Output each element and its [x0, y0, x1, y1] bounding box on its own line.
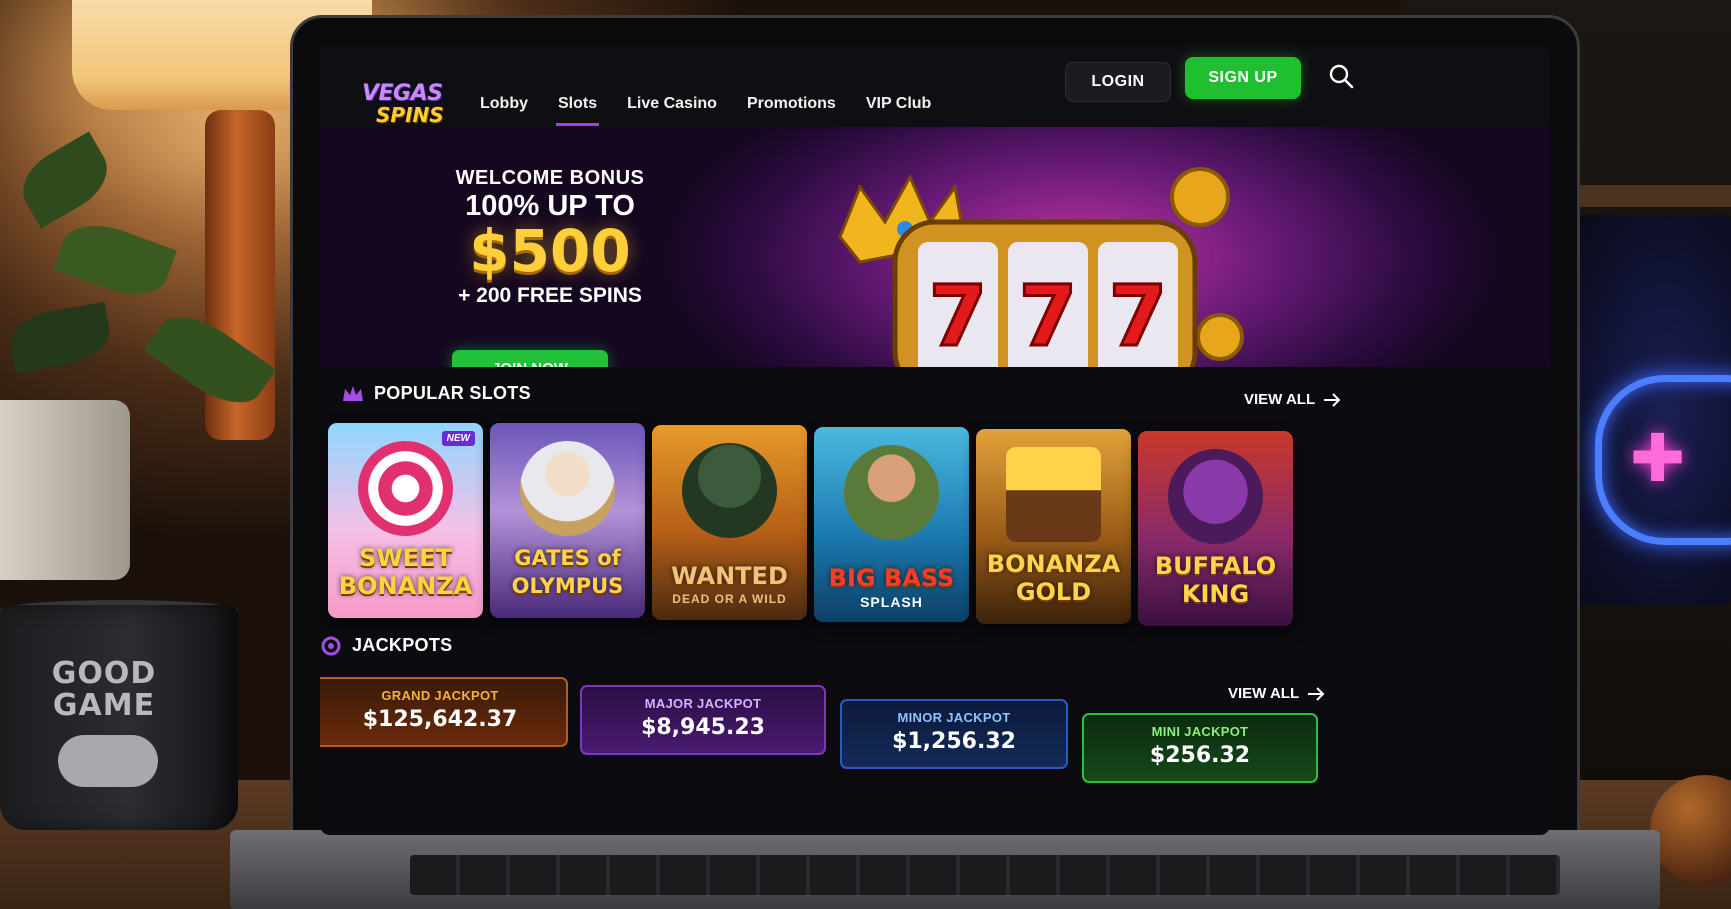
game-subtitle: SPLASH — [860, 594, 923, 610]
plant-leaf — [53, 212, 177, 308]
bonus-amount: $500 — [469, 217, 631, 285]
jackpot-value: $8,945.23 — [641, 715, 765, 740]
jackpot-label: GRAND JACKPOT — [381, 688, 499, 703]
coin-icon — [1196, 313, 1244, 361]
game-tile-buffalo-king[interactable]: BUFFALO KING — [1138, 431, 1293, 626]
jackpots-title: JACKPOTS — [352, 635, 453, 655]
jackpot-icon — [321, 636, 341, 655]
game-tile-sweet-bonanza[interactable]: NEW SWEET BONANZA — [328, 423, 483, 618]
new-badge: NEW — [441, 431, 475, 446]
jackpots-heading: JACKPOTS — [320, 635, 452, 656]
popular-slots-row: NEW SWEET BONANZA GATES of OLYMPUS WANTE… — [328, 423, 1548, 658]
jackpot-label: MINI JACKPOT — [1151, 724, 1249, 739]
jackpot-card-minor[interactable]: MINOR JACKPOT $1,256.32 — [840, 699, 1068, 769]
laptop: VEGAS SPINS Lobby Slots Live Casino Prom… — [230, 0, 1660, 909]
logo-bottom-text: SPINS — [376, 103, 444, 127]
cowboy-figure-icon — [682, 443, 777, 538]
bonus-free-spins: + 200 FREE SPINS — [458, 284, 642, 307]
game-title: BONANZA GOLD — [986, 550, 1121, 606]
jackpot-card-mini[interactable]: MINI JACKPOT $256.32 — [1082, 713, 1318, 783]
jackpot-label: MAJOR JACKPOT — [644, 696, 762, 711]
signup-button[interactable]: SIGN UP — [1185, 57, 1301, 99]
keyboard-keys — [410, 855, 1560, 895]
game-title: BIG BASS — [828, 564, 955, 592]
bonus-copy: WELCOME BONUS 100% UP TO $500 + 200 FREE… — [420, 167, 680, 308]
game-tile-bonanza-gold[interactable]: BONANZA GOLD — [976, 429, 1131, 624]
jackpot-value: $256.32 — [1149, 743, 1251, 768]
plant-leaf — [5, 301, 115, 374]
nav-live-casino[interactable]: Live Casino — [625, 87, 719, 126]
main-nav: Lobby Slots Live Casino Promotions VIP C… — [478, 87, 933, 126]
arrow-right-icon — [1324, 392, 1341, 407]
jackpot-card-grand[interactable]: GRAND JACKPOT $125,642.37 — [320, 677, 568, 747]
nav-vip-club[interactable]: VIP Club — [864, 87, 934, 126]
slot-machine-illustration: 7 7 7 — [838, 167, 1244, 367]
shelf — [1560, 185, 1731, 207]
lollipop-icon — [358, 441, 453, 536]
neon-dpad-icon: ✚ — [1630, 420, 1686, 497]
gamepad-icon — [58, 735, 158, 787]
nav-promotions[interactable]: Promotions — [745, 87, 838, 126]
welcome-bonus-banner[interactable]: WELCOME BONUS 100% UP TO $500 + 200 FREE… — [320, 127, 1550, 367]
game-title: GATES of OLYMPUS — [511, 546, 624, 598]
nav-slots[interactable]: Slots — [556, 87, 600, 126]
gold-cart-icon — [1006, 447, 1101, 542]
reel-symbol-2: 7 — [1019, 267, 1077, 365]
logo-top-text: VEGAS — [362, 81, 443, 106]
game-title: WANTED — [671, 562, 788, 590]
coin-icon — [1170, 167, 1230, 227]
search-icon[interactable] — [1328, 63, 1354, 89]
jackpot-value: $1,256.32 — [892, 729, 1016, 754]
mug-text: GOOD GAME — [51, 656, 157, 723]
view-all-label: VIEW ALL — [1244, 391, 1316, 408]
casino-site: VEGAS SPINS Lobby Slots Live Casino Prom… — [320, 45, 1550, 835]
reel-symbol-1: 7 — [929, 267, 987, 365]
crown-icon — [343, 385, 363, 401]
game-title: SWEET BONANZA — [338, 544, 473, 600]
game-subtitle: DEAD OR A WILD — [672, 592, 787, 606]
popular-slots-title: POPULAR SLOTS — [374, 383, 531, 403]
buffalo-figure-icon — [1168, 449, 1263, 544]
zeus-figure-icon — [520, 441, 615, 536]
join-now-button[interactable]: JOIN NOW — [452, 350, 608, 367]
game-tile-big-bass-splash[interactable]: BIG BASS SPLASH — [814, 427, 969, 622]
plant-pot — [0, 400, 130, 580]
plant-leaf — [11, 131, 119, 229]
popular-view-all-link[interactable]: VIEW ALL — [1244, 391, 1341, 408]
jackpots-row: GRAND JACKPOT $125,642.37 MAJOR JACKPOT … — [320, 677, 1550, 835]
game-tile-gates-of-olympus[interactable]: GATES of OLYMPUS — [490, 423, 645, 618]
reel-symbol-3: 7 — [1109, 267, 1167, 365]
fisherman-figure-icon — [844, 445, 939, 540]
login-button[interactable]: LOGIN — [1065, 62, 1171, 102]
popular-slots-heading: POPULAR SLOTS — [342, 383, 531, 404]
jackpot-card-major[interactable]: MAJOR JACKPOT $8,945.23 — [580, 685, 826, 755]
game-title: BUFFALO KING — [1154, 552, 1277, 608]
jackpot-value: $125,642.37 — [362, 707, 518, 732]
game-tile-wanted[interactable]: WANTED DEAD OR A WILD — [652, 425, 807, 620]
bonus-heading: WELCOME BONUS — [455, 167, 645, 189]
jackpot-label: MINOR JACKPOT — [897, 710, 1011, 725]
nav-lobby[interactable]: Lobby — [478, 87, 530, 126]
